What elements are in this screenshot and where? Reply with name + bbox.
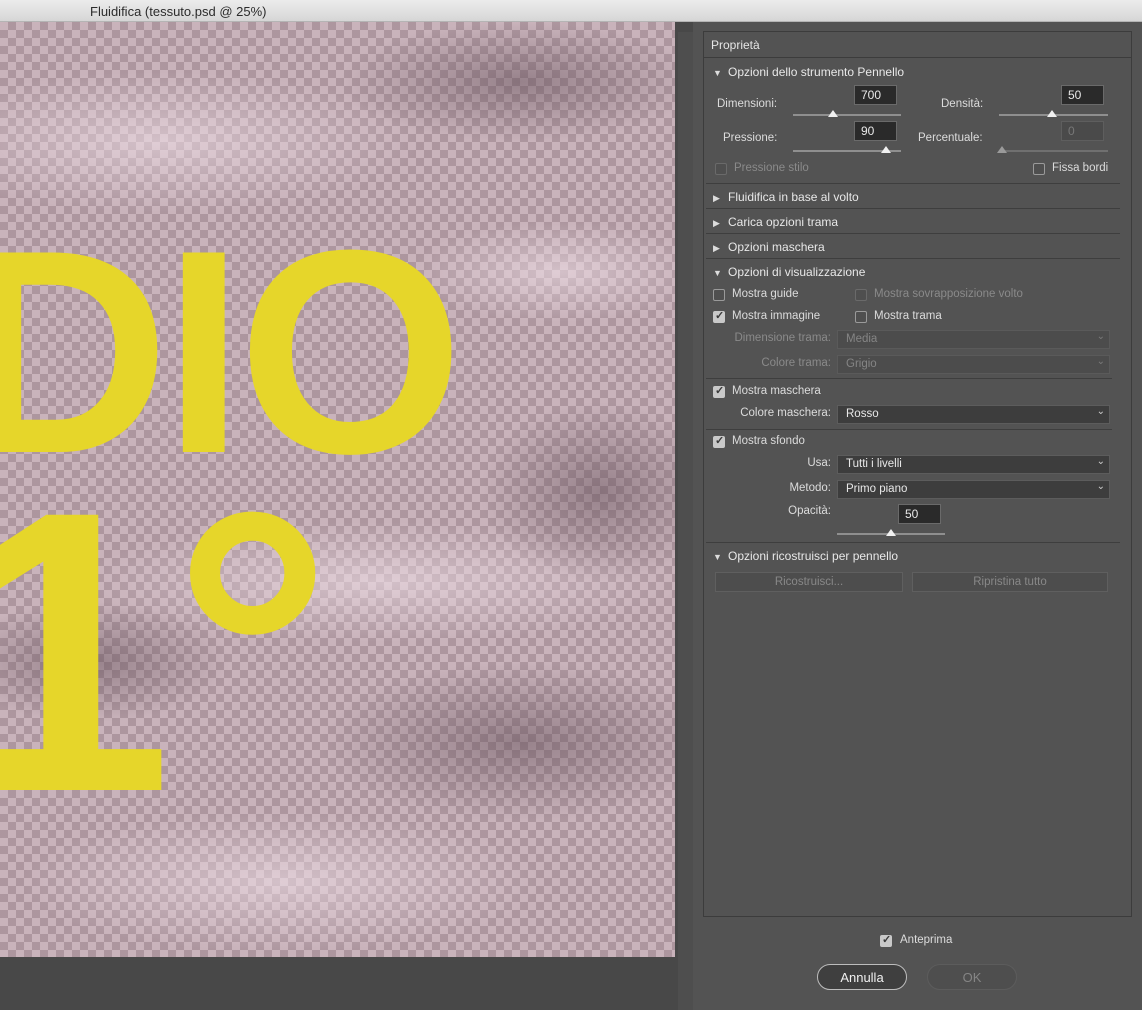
- face-aware-title: Fluidifica in base al volto: [728, 190, 859, 204]
- section-mask-options[interactable]: ▶ Opzioni maschera: [713, 240, 825, 254]
- show-face-overlay-label: Mostra sovrapposizione volto: [874, 288, 1023, 300]
- window-titlebar: Fluidifica (tessuto.psd @ 25%): [0, 0, 1142, 22]
- pressure-label: Pressione:: [723, 132, 778, 144]
- mask-color-select[interactable]: Rosso ⌄: [837, 405, 1110, 424]
- mesh-color-select[interactable]: Grigio ⌄: [837, 355, 1110, 374]
- triangle-right-icon: ▶: [713, 193, 720, 203]
- use-value: Tutti i livelli: [846, 458, 902, 470]
- show-mesh-label: Mostra trama: [874, 310, 942, 322]
- triangle-right-icon: ▶: [713, 218, 720, 228]
- pin-edges-checkbox[interactable]: [1033, 163, 1045, 175]
- use-label: Usa:: [807, 457, 831, 469]
- show-image-label: Mostra immagine: [732, 310, 821, 322]
- chevron-down-icon: ⌄: [1096, 356, 1105, 367]
- chevron-down-icon: ⌄: [1096, 456, 1105, 467]
- reconstruct-button[interactable]: Ricostruisci...: [715, 572, 903, 592]
- divider: [706, 429, 1112, 430]
- rate-slider[interactable]: [999, 150, 1108, 152]
- mode-select[interactable]: Primo piano ⌄: [837, 480, 1110, 499]
- opacity-label: Opacità:: [788, 505, 831, 517]
- section-view-options[interactable]: ▼ Opzioni di visualizzazione: [713, 265, 865, 279]
- show-backdrop-checkbox[interactable]: [713, 434, 725, 448]
- divider: [706, 183, 1120, 184]
- mesh-color-value: Grigio: [846, 358, 877, 370]
- restore-all-button[interactable]: Ripristina tutto: [912, 572, 1108, 592]
- divider: [706, 258, 1120, 259]
- mode-value: Primo piano: [846, 483, 908, 495]
- mesh-size-value: Media: [846, 333, 878, 345]
- opacity-slider-thumb[interactable]: [886, 529, 896, 536]
- section-reconstruct[interactable]: ▼ Opzioni ricostruisci per pennello: [713, 549, 898, 563]
- pressure-input[interactable]: 90: [854, 121, 897, 141]
- mask-color-value: Rosso: [846, 408, 879, 420]
- window-title: Fluidifica (tessuto.psd @ 25%): [90, 4, 267, 19]
- canvas-text-line2: 1°: [0, 428, 333, 875]
- use-select[interactable]: Tutti i livelli ⌄: [837, 455, 1110, 474]
- view-options-title: Opzioni di visualizzazione: [728, 265, 866, 279]
- size-slider-thumb[interactable]: [828, 110, 838, 117]
- pin-edges-label: Fissa bordi: [1052, 162, 1109, 174]
- size-slider[interactable]: [793, 114, 901, 116]
- chevron-down-icon: ⌄: [1096, 481, 1105, 492]
- divider: [706, 208, 1120, 209]
- divider: [706, 378, 1112, 379]
- canvas-scrollbar[interactable]: [678, 32, 693, 1010]
- document-canvas[interactable]: DIO 1°: [0, 22, 675, 957]
- density-input[interactable]: 50: [1061, 85, 1104, 105]
- show-guides-label: Mostra guide: [732, 288, 799, 300]
- show-backdrop-label: Mostra sfondo: [732, 435, 805, 447]
- rate-label: Percentuale:: [918, 132, 983, 144]
- opacity-input[interactable]: 50: [898, 504, 941, 524]
- rate-slider-thumb[interactable]: [997, 146, 1007, 153]
- mode-label: Metodo:: [789, 482, 831, 494]
- density-slider-thumb[interactable]: [1047, 110, 1057, 117]
- chevron-down-icon: ⌄: [1096, 406, 1105, 417]
- triangle-down-icon: ▼: [713, 68, 722, 78]
- rate-input[interactable]: 0: [1061, 121, 1104, 141]
- stylus-pressure-label: Pressione stilo: [734, 162, 809, 174]
- cancel-button[interactable]: Annulla: [817, 964, 907, 990]
- show-image-checkbox[interactable]: [713, 309, 725, 323]
- brush-tool-title: Opzioni dello strumento Pennello: [728, 65, 905, 79]
- show-guides-checkbox[interactable]: [713, 289, 725, 301]
- mask-options-title: Opzioni maschera: [728, 240, 825, 254]
- show-mask-label: Mostra maschera: [732, 385, 821, 397]
- section-brush-tool[interactable]: ▼ Opzioni dello strumento Pennello: [713, 65, 904, 79]
- divider: [706, 233, 1120, 234]
- show-mesh-checkbox[interactable]: [855, 311, 867, 323]
- triangle-right-icon: ▶: [713, 243, 720, 253]
- divider: [706, 542, 1120, 543]
- preview-checkbox[interactable]: [880, 933, 892, 947]
- triangle-down-icon: ▼: [713, 268, 722, 278]
- properties-header: Proprietà: [704, 32, 1131, 58]
- size-input[interactable]: 700: [854, 85, 897, 105]
- density-label: Densità:: [941, 98, 984, 110]
- mesh-color-label: Colore trama:: [761, 357, 831, 369]
- size-label: Dimensioni:: [717, 98, 778, 110]
- mesh-size-select[interactable]: Media ⌄: [837, 330, 1110, 349]
- show-mask-checkbox[interactable]: [713, 384, 725, 398]
- mask-color-label: Colore maschera:: [740, 407, 831, 419]
- ok-button[interactable]: OK: [927, 964, 1017, 990]
- mesh-size-label: Dimensione trama:: [734, 332, 831, 344]
- section-face-aware[interactable]: ▶ Fluidifica in base al volto: [713, 190, 859, 204]
- show-face-overlay-checkbox[interactable]: [855, 289, 867, 301]
- reconstruct-title: Opzioni ricostruisci per pennello: [728, 549, 899, 563]
- load-mesh-title: Carica opzioni trama: [728, 215, 839, 229]
- pressure-slider-thumb[interactable]: [881, 146, 891, 153]
- section-load-mesh[interactable]: ▶ Carica opzioni trama: [713, 215, 838, 229]
- chevron-down-icon: ⌄: [1096, 331, 1105, 342]
- stylus-pressure-checkbox[interactable]: [715, 163, 727, 175]
- preview-label: Anteprima: [900, 934, 953, 946]
- triangle-down-icon: ▼: [713, 552, 722, 562]
